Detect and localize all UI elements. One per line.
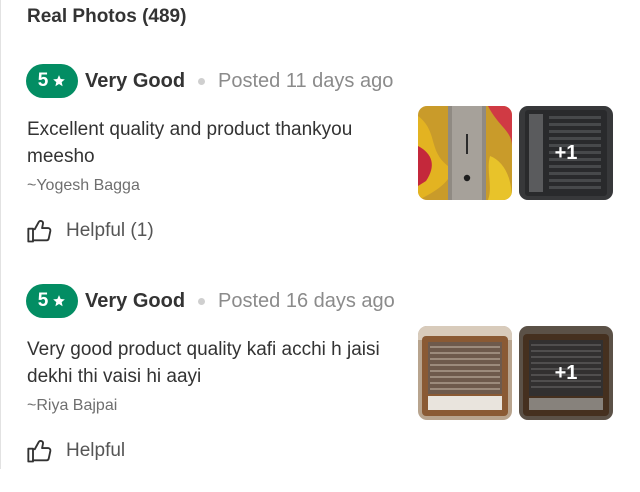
rating-value: 5 bbox=[37, 70, 49, 91]
rating-value: 5 bbox=[37, 290, 49, 311]
more-photos-count: +1 bbox=[519, 106, 613, 200]
thumbs-up-icon bbox=[26, 217, 54, 245]
reviewer-name: ~Riya Bajpai bbox=[27, 397, 118, 414]
review-card: 5 Very Good Posted 11 days ago Excellent… bbox=[0, 62, 640, 272]
rating-badge: 5 bbox=[26, 64, 78, 98]
star-icon bbox=[52, 74, 66, 88]
helpful-button[interactable]: Helpful (1) bbox=[26, 217, 154, 245]
star-icon bbox=[52, 294, 66, 308]
posted-date: Posted 11 days ago bbox=[218, 70, 394, 92]
rating-badge: 5 bbox=[26, 284, 78, 318]
posted-date: Posted 16 days ago bbox=[218, 290, 395, 312]
thumbs-up-icon bbox=[26, 437, 54, 465]
reviewer-name: ~Yogesh Bagga bbox=[27, 177, 140, 194]
review-photo-more[interactable]: +1 bbox=[519, 106, 613, 200]
helpful-label: Helpful bbox=[66, 440, 126, 461]
rating-label: Very Good bbox=[85, 290, 186, 312]
helpful-button[interactable]: Helpful bbox=[26, 437, 125, 465]
review-text: Very good product quality kafi acchi h j… bbox=[27, 339, 380, 387]
separator-dot bbox=[198, 298, 205, 305]
review-photo[interactable] bbox=[418, 106, 512, 200]
review-photo[interactable] bbox=[418, 326, 512, 420]
helpful-label: Helpful (1) bbox=[66, 220, 154, 241]
more-photos-count: +1 bbox=[519, 326, 613, 420]
separator-dot bbox=[198, 78, 205, 85]
review-photo-more[interactable]: +1 bbox=[519, 326, 613, 420]
review-text: Excellent quality and product thankyou m… bbox=[27, 119, 353, 167]
section-title: Real Photos (489) bbox=[27, 6, 187, 27]
rating-label: Very Good bbox=[85, 70, 186, 92]
review-card: 5 Very Good Posted 16 days ago Very good… bbox=[0, 282, 640, 492]
